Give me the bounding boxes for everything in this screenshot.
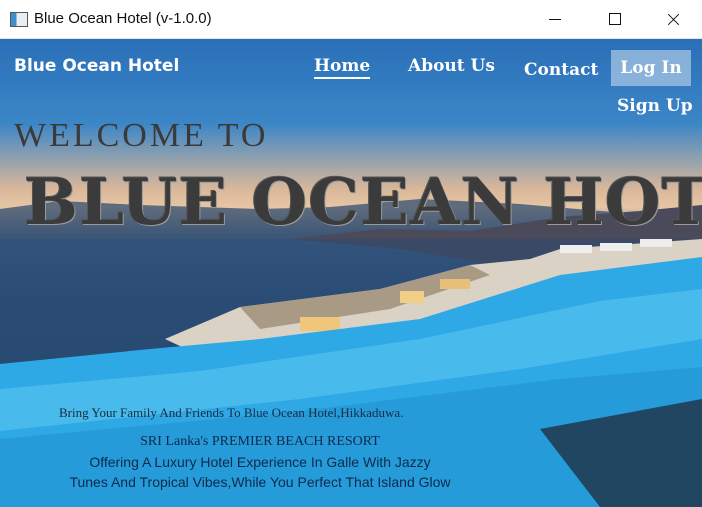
description-line-2: Offering A Luxury Hotel Experience In Ga… <box>89 454 431 470</box>
welcome-heading: WELCOME TO <box>14 117 269 154</box>
hotel-name-heading: BLUE OCEAN HOTEL <box>24 165 702 240</box>
description-line-3: Tunes And Tropical Vibes,While You Perfe… <box>69 474 451 490</box>
nav-contact-link[interactable]: Contact <box>524 60 598 80</box>
signup-link[interactable]: Sign Up <box>617 96 693 116</box>
window-title: Blue Ocean Hotel (v-1.0.0) <box>34 10 212 27</box>
minimize-icon <box>549 19 561 20</box>
hero-description: SRI Lanka's PREMIER BEACH RESORT Offerin… <box>40 432 480 492</box>
description-line-1: SRI Lanka's PREMIER BEACH RESORT <box>140 434 380 449</box>
minimize-button[interactable] <box>532 0 578 38</box>
maximize-button[interactable] <box>591 0 637 38</box>
maximize-icon <box>609 13 621 25</box>
brand-logo-text[interactable]: Blue Ocean Hotel <box>14 56 179 76</box>
hero-section: Blue Ocean Hotel Home About Us Contact L… <box>0 39 702 507</box>
close-button[interactable] <box>650 0 696 38</box>
title-bar: Blue Ocean Hotel (v-1.0.0) <box>0 0 702 39</box>
nav-about-link[interactable]: About Us <box>408 56 495 76</box>
app-window: Blue Ocean Hotel (v-1.0.0) Blue Ocean Ho… <box>0 0 702 507</box>
hero-tagline: Bring Your Family And Friends To Blue Oc… <box>59 405 404 420</box>
login-button[interactable]: Log In <box>611 50 691 86</box>
app-window-icon <box>10 12 28 27</box>
nav-home-link[interactable]: Home <box>314 56 371 79</box>
